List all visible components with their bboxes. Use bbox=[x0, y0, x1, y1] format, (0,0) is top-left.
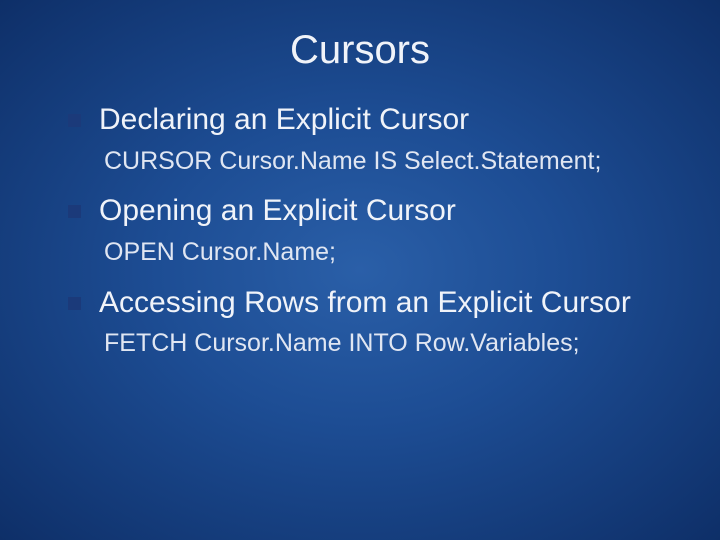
item-subtext: CURSOR Cursor.Name IS Select.Statement; bbox=[104, 145, 680, 179]
heading-row: Opening an Explicit Cursor bbox=[68, 192, 680, 230]
slide: Cursors Declaring an Explicit Cursor CUR… bbox=[0, 0, 720, 540]
item-subtext: FETCH Cursor.Name INTO Row.Variables; bbox=[104, 327, 680, 361]
item-heading: Opening an Explicit Cursor bbox=[99, 192, 456, 230]
square-bullet-icon bbox=[68, 297, 81, 310]
item-heading: Accessing Rows from an Explicit Cursor bbox=[99, 284, 631, 322]
list-item: Declaring an Explicit Cursor CURSOR Curs… bbox=[40, 101, 680, 178]
list-item: Opening an Explicit Cursor OPEN Cursor.N… bbox=[40, 192, 680, 269]
item-subtext: OPEN Cursor.Name; bbox=[104, 236, 680, 270]
page-title: Cursors bbox=[40, 28, 680, 73]
square-bullet-icon bbox=[68, 205, 81, 218]
list-item: Accessing Rows from an Explicit Cursor F… bbox=[40, 284, 680, 361]
square-bullet-icon bbox=[68, 114, 81, 127]
item-heading: Declaring an Explicit Cursor bbox=[99, 101, 469, 139]
heading-row: Accessing Rows from an Explicit Cursor bbox=[68, 284, 680, 322]
heading-row: Declaring an Explicit Cursor bbox=[68, 101, 680, 139]
